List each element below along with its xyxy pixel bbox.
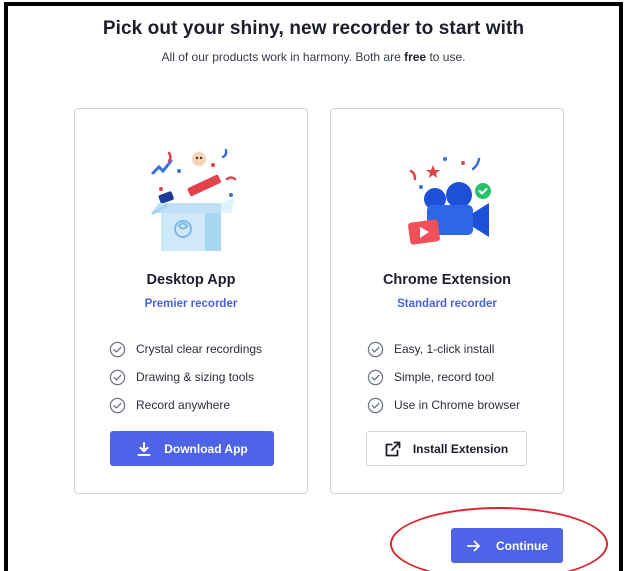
subtitle-free: free [404,50,427,64]
subtitle-text: All of our products work in harmony. Bot… [161,50,405,64]
feature-label: Drawing & sizing tools [136,370,255,384]
desktop-app-subtitle: Premier recorder [144,298,238,310]
feature-label: Easy, 1-click install [394,342,495,356]
check-circle-icon [109,341,126,357]
feature-item: Crystal clear recordings [109,335,262,363]
chrome-extension-title: Chrome Extension [382,272,512,288]
feature-item: Simple, record tool [367,363,520,391]
continue-button[interactable]: Continue [451,528,563,563]
feature-label: Simple, record tool [394,370,495,384]
feature-item: Drawing & sizing tools [109,363,262,391]
chrome-extension-features: Easy, 1-click install Simple, record too… [367,335,520,419]
continue-label: Continue [496,538,548,553]
desktop-app-card: Desktop App Premier recorder Crystal cle… [74,108,308,494]
desktop-app-features: Crystal clear recordings Drawing & sizin… [109,335,262,419]
subtitle-text-end: to use. [426,50,466,64]
chrome-extension-card: Chrome Extension Standard recorder Easy,… [330,108,564,494]
feature-item: Use in Chrome browser [367,391,520,419]
install-extension-label: Install Extension [412,441,509,456]
check-circle-icon [367,397,384,413]
chrome-extension-subtitle: Standard recorder [397,298,497,310]
check-circle-icon [109,369,126,385]
feature-label: Use in Chrome browser [394,398,521,412]
arrow-right-icon [467,540,480,551]
download-icon [137,441,151,456]
video-camera-illustration [408,157,491,245]
feature-item: Easy, 1-click install [367,335,520,363]
check-circle-icon [367,369,384,385]
install-extension-button[interactable]: Install Extension [366,431,527,466]
page-title: Pick out your shiny, new recorder to sta… [102,18,525,39]
check-circle-icon [367,341,384,357]
desktop-app-title: Desktop App [146,272,236,288]
feature-label: Crystal clear recordings [136,342,263,356]
external-link-icon [385,441,401,456]
check-circle-icon [109,397,126,413]
page-subtitle: All of our products work in harmony. Bot… [0,50,627,64]
download-app-label: Download App [164,441,248,456]
feature-label: Record anywhere [136,398,231,412]
download-app-button[interactable]: Download App [110,431,274,466]
gift-box-illustration [151,148,237,251]
feature-item: Record anywhere [109,391,262,419]
